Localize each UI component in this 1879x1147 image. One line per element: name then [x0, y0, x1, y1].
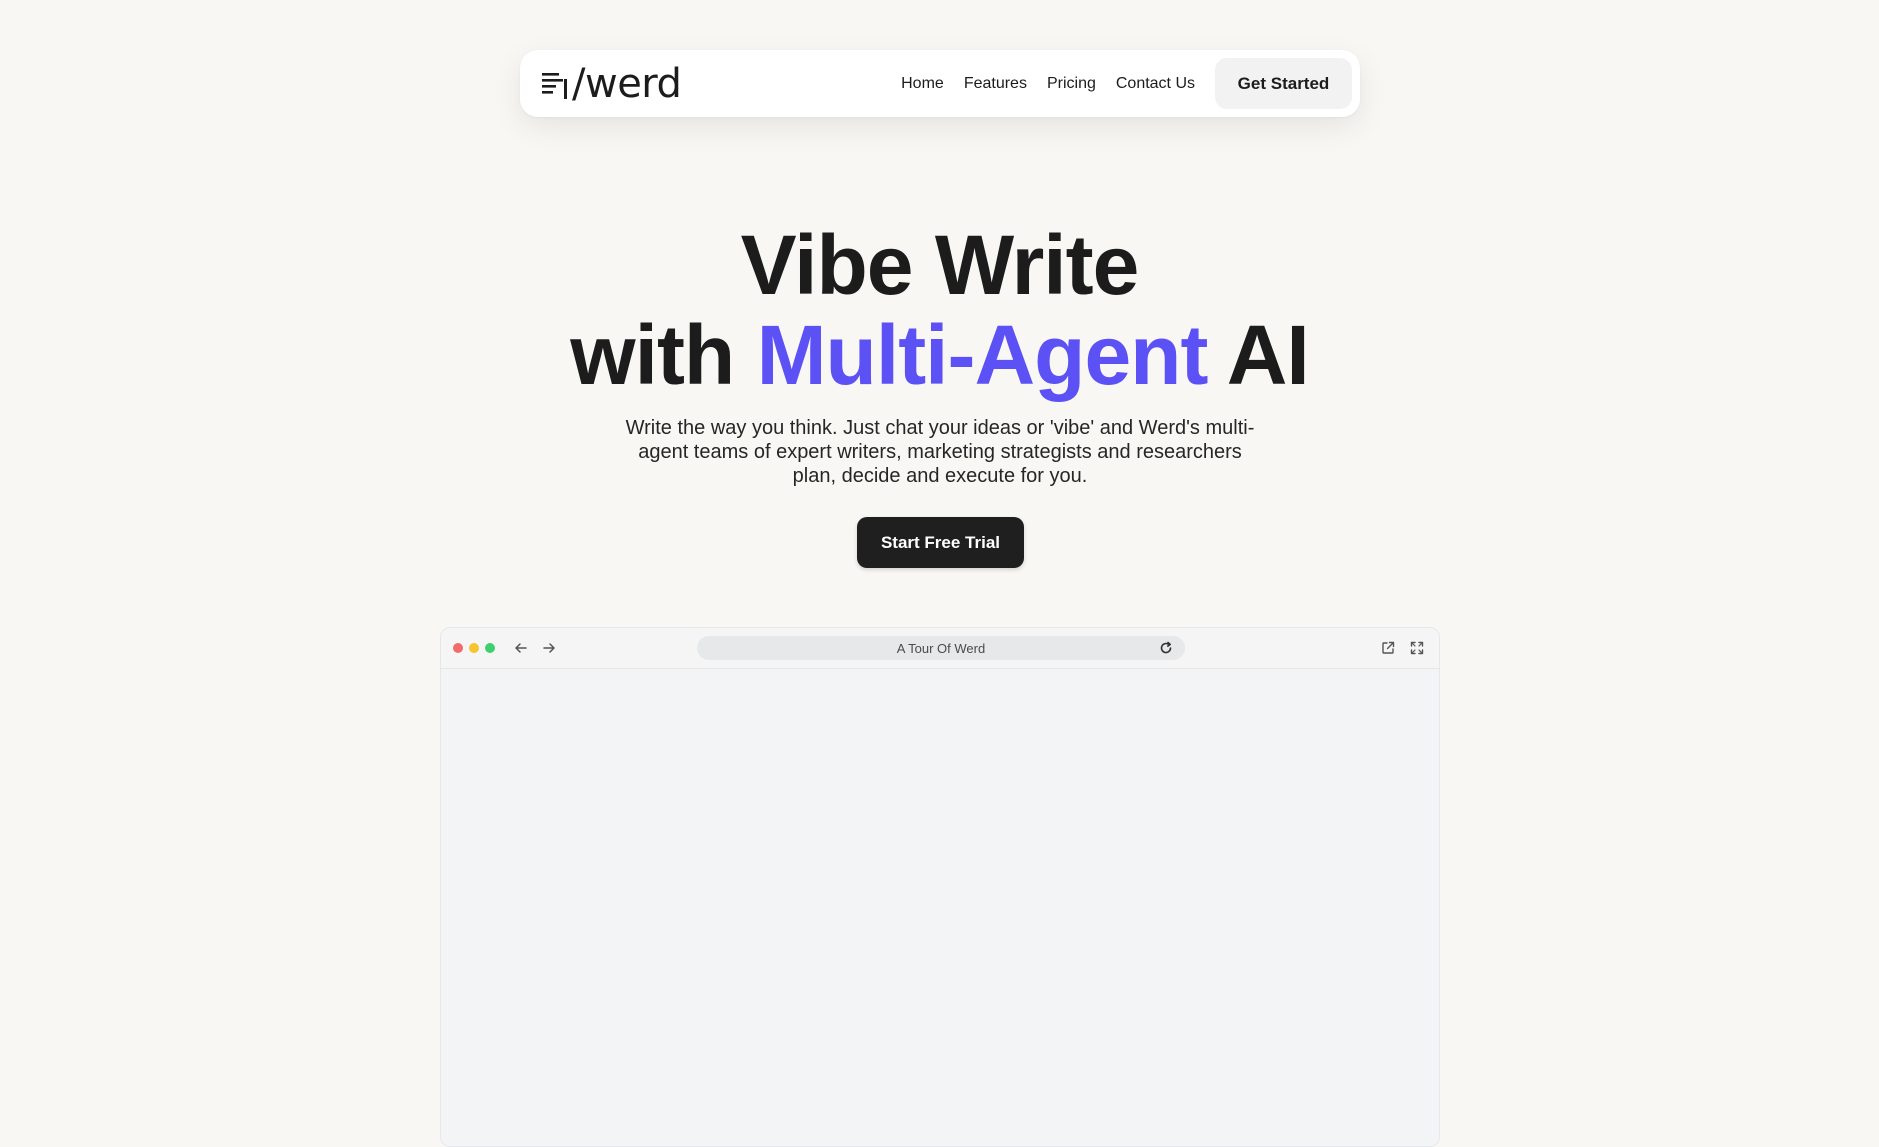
logo[interactable]: /werd: [542, 60, 682, 107]
browser-mockup: A Tour Of Werd: [440, 627, 1440, 1147]
external-link-icon[interactable]: [1380, 640, 1396, 656]
start-free-trial-button[interactable]: Start Free Trial: [857, 517, 1024, 568]
window-maximize-dot[interactable]: [485, 643, 495, 653]
get-started-button[interactable]: Get Started: [1215, 58, 1352, 109]
url-bar[interactable]: A Tour Of Werd: [697, 636, 1185, 660]
hero-title-line1: Vibe Write: [740, 218, 1140, 312]
nav-link-features[interactable]: Features: [964, 75, 1027, 93]
arrow-left-icon[interactable]: [512, 639, 530, 657]
top-navbar: /werd Home Features Pricing Contact Us G…: [520, 50, 1360, 117]
nav-links: Home Features Pricing Contact Us Get Sta…: [901, 58, 1352, 109]
url-title: A Tour Of Werd: [896, 640, 986, 656]
arrow-right-icon[interactable]: [540, 639, 558, 657]
reload-icon[interactable]: [1159, 641, 1173, 655]
window-minimize-dot[interactable]: [469, 643, 479, 653]
hero-title-suffix: AI: [1207, 308, 1310, 402]
browser-toolbar: A Tour Of Werd: [441, 628, 1439, 669]
browser-content-area: [441, 669, 1439, 1146]
expand-icon[interactable]: [1409, 640, 1425, 656]
nav-link-contact[interactable]: Contact Us: [1116, 75, 1195, 93]
nav-link-home[interactable]: Home: [901, 75, 944, 93]
logo-text: /werd: [572, 60, 682, 107]
hero-title-line2: with Multi-Agent AI: [0, 310, 1879, 400]
hero-subtitle: Write the way you think. Just chat your …: [625, 417, 1255, 487]
window-close-dot[interactable]: [453, 643, 463, 653]
hero-title-accent: Multi-Agent: [756, 308, 1209, 402]
hero-title-prefix: with: [570, 308, 757, 402]
logo-lines-icon: [542, 69, 568, 99]
nav-link-pricing[interactable]: Pricing: [1047, 75, 1096, 93]
